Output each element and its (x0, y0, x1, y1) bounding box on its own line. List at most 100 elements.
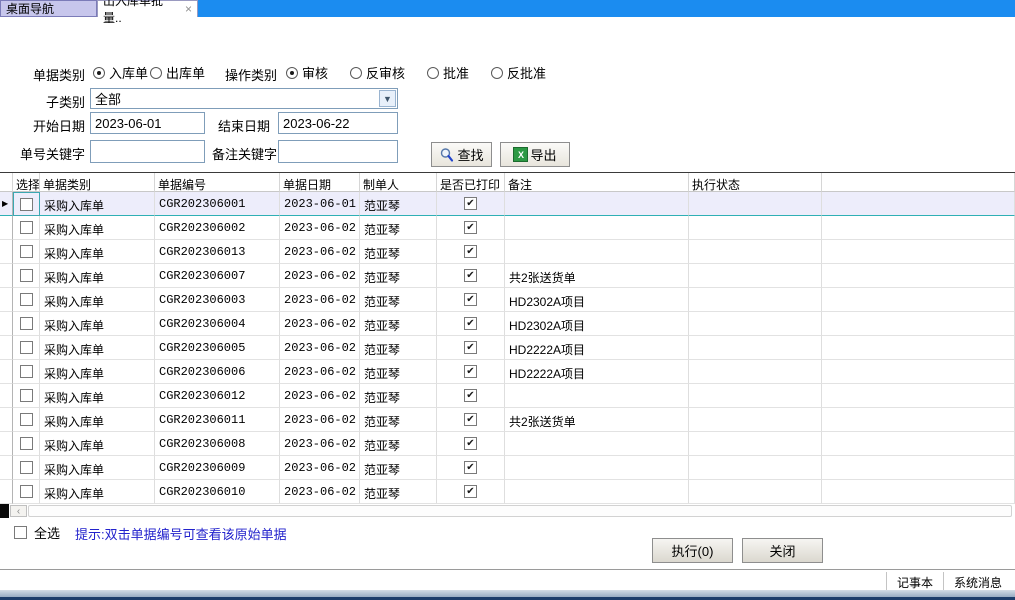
table-row[interactable]: 采购入库单CGR2023060072023-06-02范亚琴✔共2张送货单 (0, 264, 1015, 288)
cell-date: 2023-06-02 (280, 240, 360, 264)
cell-doc-no[interactable]: CGR202306003 (155, 288, 280, 312)
checkbox-unchecked-icon[interactable] (20, 198, 33, 211)
table-row[interactable]: 采购入库单CGR2023060062023-06-02范亚琴✔HD2222A项目 (0, 360, 1015, 384)
table-row[interactable]: 采购入库单CGR2023060102023-06-02范亚琴✔ (0, 480, 1015, 504)
row-indicator (0, 360, 13, 384)
checkbox-unchecked-icon[interactable] (20, 245, 33, 258)
row-select-cell[interactable] (13, 336, 40, 360)
sub-type-select[interactable]: 全部 ▼ (90, 88, 398, 109)
statusbar-item[interactable]: 记事本 (886, 572, 943, 590)
cell-creator: 范亚琴 (360, 312, 437, 336)
row-select-cell[interactable] (13, 360, 40, 384)
tab-bar: 桌面导航 出入库单批量.. × (0, 0, 1015, 17)
cell-blank (822, 264, 1015, 288)
column-header[interactable]: 单据日期 (280, 173, 360, 192)
table-row[interactable]: ▶采购入库单CGR2023060012023-06-01范亚琴✔ (0, 192, 1015, 216)
cell-doc-no[interactable]: CGR202306006 (155, 360, 280, 384)
close-button[interactable]: 关闭 (742, 538, 823, 563)
checkbox-unchecked-icon[interactable] (20, 389, 33, 402)
row-select-cell[interactable] (13, 384, 40, 408)
horizontal-scrollbar[interactable]: ‹ (0, 504, 1015, 518)
cell-doc-no[interactable]: CGR202306002 (155, 216, 280, 240)
table-row[interactable]: 采购入库单CGR2023060132023-06-02范亚琴✔ (0, 240, 1015, 264)
column-header[interactable]: 单据类别 (40, 173, 155, 192)
checkbox-unchecked-icon[interactable] (20, 461, 33, 474)
cell-doc-no[interactable]: CGR202306004 (155, 312, 280, 336)
cell-doc-no[interactable]: CGR202306007 (155, 264, 280, 288)
chevron-down-icon[interactable]: ▼ (379, 90, 396, 107)
scroll-left-arrow-icon[interactable]: ‹ (10, 505, 27, 517)
radio-op-type-option[interactable]: 审核 (286, 63, 328, 82)
cell-doc-no[interactable]: CGR202306005 (155, 336, 280, 360)
cell-doc-no[interactable]: CGR202306001 (155, 192, 280, 216)
table-row[interactable]: 采购入库单CGR2023060052023-06-02范亚琴✔HD2222A项目 (0, 336, 1015, 360)
cell-doc-no[interactable]: CGR202306009 (155, 456, 280, 480)
row-select-cell[interactable] (13, 312, 40, 336)
table-row[interactable]: 采购入库单CGR2023060112023-06-02范亚琴✔共2张送货单 (0, 408, 1015, 432)
doc-no-keyword-input[interactable] (90, 140, 205, 163)
start-date-input[interactable] (90, 112, 205, 134)
row-select-cell[interactable] (13, 480, 40, 504)
tab-batch-audit[interactable]: 出入库单批量.. × (97, 0, 198, 17)
table-row[interactable]: 采购入库单CGR2023060022023-06-02范亚琴✔ (0, 216, 1015, 240)
radio-doc-type-option[interactable]: 入库单 (93, 63, 148, 82)
row-select-cell[interactable] (13, 432, 40, 456)
cell-doc-no[interactable]: CGR202306011 (155, 408, 280, 432)
table-row[interactable]: 采购入库单CGR2023060122023-06-02范亚琴✔ (0, 384, 1015, 408)
export-button-label: 导出 (530, 145, 556, 164)
column-header[interactable]: 单据编号 (155, 173, 280, 192)
cell-doc-no[interactable]: CGR202306010 (155, 480, 280, 504)
row-select-cell[interactable] (13, 216, 40, 240)
execute-button[interactable]: 执行(0) (652, 538, 733, 563)
column-header[interactable]: 执行状态 (689, 173, 822, 192)
table-row[interactable]: 采购入库单CGR2023060042023-06-02范亚琴✔HD2302A项目 (0, 312, 1015, 336)
checkbox-unchecked-icon[interactable] (20, 413, 33, 426)
column-header[interactable]: 备注 (505, 173, 689, 192)
row-select-cell[interactable] (13, 408, 40, 432)
end-date-input[interactable] (278, 112, 398, 134)
table-row[interactable]: 采购入库单CGR2023060092023-06-02范亚琴✔ (0, 456, 1015, 480)
radio-label: 反批准 (507, 63, 546, 82)
row-select-cell[interactable] (13, 456, 40, 480)
checkbox-unchecked-icon[interactable] (20, 317, 33, 330)
select-all-control[interactable]: 全选 (14, 523, 60, 542)
radio-op-type-option[interactable]: 批准 (427, 63, 469, 82)
table-row[interactable]: 采购入库单CGR2023060082023-06-02范亚琴✔ (0, 432, 1015, 456)
column-header[interactable]: 是否已打印 (437, 173, 505, 192)
checkbox-unchecked-icon[interactable] (20, 221, 33, 234)
checkbox-unchecked-icon[interactable] (20, 485, 33, 498)
tab-close-icon[interactable]: × (185, 3, 192, 15)
close-button-label: 关闭 (769, 541, 795, 560)
search-button[interactable]: 查找 (431, 142, 492, 167)
checkbox-unchecked-icon[interactable] (20, 341, 33, 354)
radio-op-type-option[interactable]: 反批准 (491, 63, 546, 82)
cell-doc-type: 采购入库单 (40, 432, 155, 456)
checkbox-unchecked-icon[interactable] (20, 293, 33, 306)
radio-doc-type-option[interactable]: 出库单 (150, 63, 205, 82)
column-header[interactable]: 制单人 (360, 173, 437, 192)
row-select-cell[interactable] (13, 264, 40, 288)
checkbox-unchecked-icon[interactable] (20, 269, 33, 282)
radio-op-type-option[interactable]: 反审核 (350, 63, 405, 82)
row-select-cell[interactable] (13, 240, 40, 264)
column-header[interactable]: 选择 (13, 173, 40, 192)
checkbox-unchecked-icon[interactable] (20, 365, 33, 378)
cell-exec-status (689, 216, 822, 240)
table-row[interactable]: 采购入库单CGR2023060032023-06-02范亚琴✔HD2302A项目 (0, 288, 1015, 312)
remark-keyword-input[interactable] (278, 140, 398, 163)
export-button[interactable]: X 导出 (500, 142, 570, 167)
row-select-cell[interactable] (13, 192, 40, 216)
cell-doc-no[interactable]: CGR202306012 (155, 384, 280, 408)
scrollbar-corner (0, 504, 9, 518)
row-select-cell[interactable] (13, 288, 40, 312)
select-all-checkbox[interactable] (14, 526, 27, 539)
checkbox-unchecked-icon[interactable] (20, 437, 33, 450)
cell-doc-no[interactable]: CGR202306013 (155, 240, 280, 264)
cell-remark (505, 384, 689, 408)
cell-exec-status (689, 336, 822, 360)
cell-doc-no[interactable]: CGR202306008 (155, 432, 280, 456)
scrollbar-track[interactable] (28, 505, 1012, 517)
cell-blank (822, 192, 1015, 216)
tab-desktop-nav[interactable]: 桌面导航 (0, 0, 97, 17)
statusbar-item[interactable]: 系统消息 (943, 572, 1012, 590)
